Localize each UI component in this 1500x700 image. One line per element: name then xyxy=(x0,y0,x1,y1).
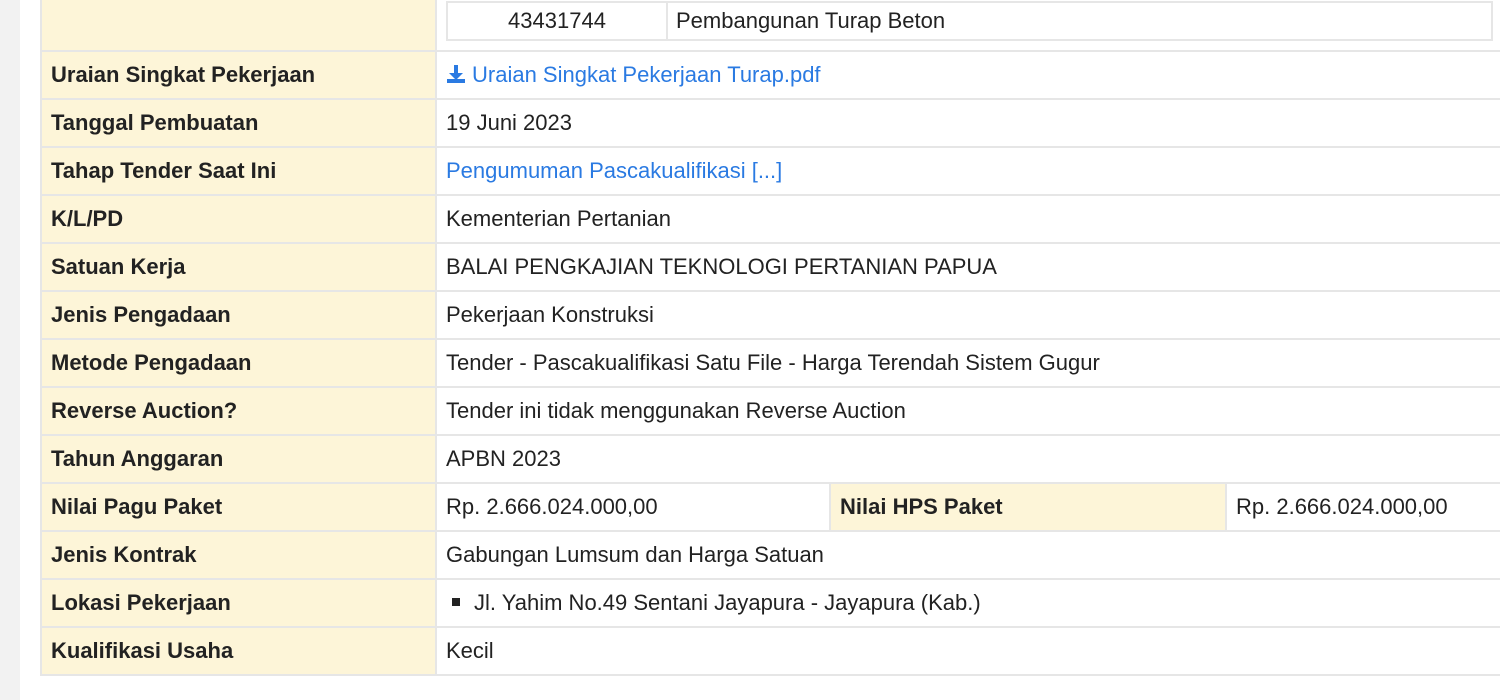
table-row: Lokasi Pekerjaan Jl. Yahim No.49 Sentani… xyxy=(40,578,1500,628)
tahap-tender-link[interactable]: Pengumuman Pascakualifikasi [...] xyxy=(446,158,782,183)
table-row: Metode Pengadaan Tender - Pascakualifika… xyxy=(40,338,1500,388)
package-code: 43431744 xyxy=(446,1,668,41)
table-row: Satuan Kerja BALAI PENGKAJIAN TEKNOLOGI … xyxy=(40,242,1500,292)
row-value: Pekerjaan Konstruksi xyxy=(434,290,1500,340)
package-inner-table: 43431744 Pembangunan Turap Beton xyxy=(446,1,1494,41)
table-row: K/L/PD Kementerian Pertanian xyxy=(40,194,1500,244)
table-row: Nilai Pagu Paket Rp. 2.666.024.000,00 Ni… xyxy=(40,482,1500,532)
hps-label: Nilai HPS Paket xyxy=(829,482,1227,532)
table-row: Tahap Tender Saat Ini Pengumuman Pascaku… xyxy=(40,146,1500,196)
row-label: Reverse Auction? xyxy=(40,386,437,436)
page-content: 43431744 Pembangunan Turap Beton Uraian … xyxy=(20,0,1500,700)
row-label: Kualifikasi Usaha xyxy=(40,626,437,676)
location-list: Jl. Yahim No.49 Sentani Jayapura - Jayap… xyxy=(446,590,1493,616)
row-label: Jenis Kontrak xyxy=(40,530,437,580)
row-value: BALAI PENGKAJIAN TEKNOLOGI PERTANIAN PAP… xyxy=(434,242,1500,292)
table-row: 43431744 Pembangunan Turap Beton xyxy=(40,0,1500,52)
row-label: K/L/PD xyxy=(40,194,437,244)
table-row: Jenis Pengadaan Pekerjaan Konstruksi xyxy=(40,290,1500,340)
row-label-empty xyxy=(40,0,437,52)
table-row: Tanggal Pembuatan 19 Juni 2023 xyxy=(40,98,1500,148)
uraian-file-link[interactable]: Uraian Singkat Pekerjaan Turap.pdf xyxy=(446,62,821,87)
row-value: 19 Juni 2023 xyxy=(434,98,1500,148)
uraian-file-name: Uraian Singkat Pekerjaan Turap.pdf xyxy=(472,62,821,87)
row-value: Pengumuman Pascakualifikasi [...] xyxy=(434,146,1500,196)
table-row: Jenis Kontrak Gabungan Lumsum dan Harga … xyxy=(40,530,1500,580)
row-value: Tender ini tidak menggunakan Reverse Auc… xyxy=(434,386,1500,436)
row-value: Uraian Singkat Pekerjaan Turap.pdf xyxy=(434,50,1500,100)
row-label: Satuan Kerja xyxy=(40,242,437,292)
download-icon xyxy=(447,65,465,83)
row-label: Metode Pengadaan xyxy=(40,338,437,388)
row-value: Gabungan Lumsum dan Harga Satuan xyxy=(434,530,1500,580)
row-label: Tahun Anggaran xyxy=(40,434,437,484)
location-item: Jl. Yahim No.49 Sentani Jayapura - Jayap… xyxy=(452,590,1493,616)
hps-value: Rp. 2.666.024.000,00 xyxy=(1224,482,1500,532)
pagu-value: Rp. 2.666.024.000,00 xyxy=(435,482,831,532)
table-row: Reverse Auction? Tender ini tidak menggu… xyxy=(40,386,1500,436)
tender-detail-table: 43431744 Pembangunan Turap Beton Uraian … xyxy=(40,0,1500,676)
row-value: Jl. Yahim No.49 Sentani Jayapura - Jayap… xyxy=(434,578,1500,628)
table-row: Uraian Singkat Pekerjaan Uraian Singkat … xyxy=(40,50,1500,100)
row-value: Kecil xyxy=(434,626,1500,676)
row-value: APBN 2023 xyxy=(434,434,1500,484)
row-label: Jenis Pengadaan xyxy=(40,290,437,340)
package-name: Pembangunan Turap Beton xyxy=(665,1,1494,41)
row-label: Tanggal Pembuatan xyxy=(40,98,437,148)
row-value: Kementerian Pertanian xyxy=(434,194,1500,244)
row-label: Uraian Singkat Pekerjaan xyxy=(40,50,437,100)
package-cell: 43431744 Pembangunan Turap Beton xyxy=(434,0,1500,52)
row-label: Nilai Pagu Paket xyxy=(40,482,437,532)
row-label: Tahap Tender Saat Ini xyxy=(40,146,437,196)
row-label: Lokasi Pekerjaan xyxy=(40,578,437,628)
table-row: Kualifikasi Usaha Kecil xyxy=(40,626,1500,676)
table-row: Tahun Anggaran APBN 2023 xyxy=(40,434,1500,484)
row-value: Tender - Pascakualifikasi Satu File - Ha… xyxy=(434,338,1500,388)
